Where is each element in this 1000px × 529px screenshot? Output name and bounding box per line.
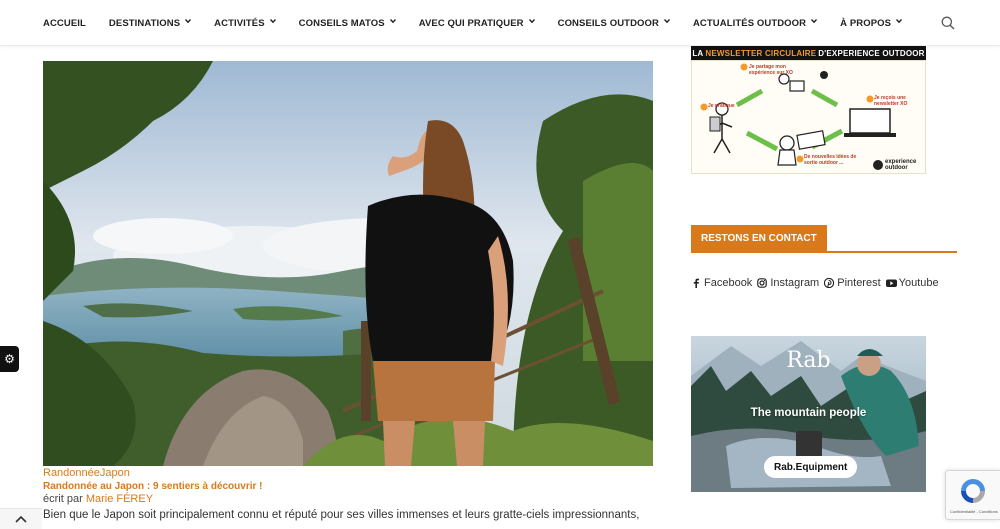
chevron-down-icon [811, 18, 818, 24]
nav-item-label: AVEC QUI PRATIQUER [418, 17, 524, 29]
newsletter-heading: LA NEWSLETTER CIRCULAIRE D'EXPERIENCE OU… [691, 46, 926, 60]
instagram-icon [757, 278, 768, 288]
youtube-icon [885, 278, 897, 288]
newsletter-illustration: Je pratique Je partage mon expérience su… [691, 60, 926, 174]
ad-brand-logo: Rab [786, 348, 831, 373]
newsletter-heading-post: D'EXPERIENCE OUTDOOR [818, 48, 925, 58]
social-link-youtube[interactable]: Youtube [885, 277, 939, 289]
cookie-settings-button[interactable]: ⚙ [0, 346, 19, 372]
nav-item-label: CONSEILS MATOS [298, 17, 385, 29]
post-author: écrit par Marie FÉREY [43, 493, 153, 505]
nav-item-label: ACCUEIL [43, 17, 86, 29]
ad-tagline: The mountain people [750, 407, 867, 419]
nav-item-label: DESTINATIONS [108, 17, 181, 29]
social-label: Facebook [704, 277, 753, 289]
chevron-down-icon [528, 18, 535, 24]
nav-item-destinations[interactable]: DESTINATIONS [108, 17, 192, 29]
chevron-down-icon [896, 18, 903, 24]
nav-item-conseils-matos[interactable]: CONSEILS MATOS [299, 18, 396, 29]
social-link-pinterest[interactable]: Pinterest [824, 277, 881, 289]
newsletter-step-3: Je reçois une newsletter XO [874, 95, 908, 107]
facebook-icon [691, 278, 701, 288]
newsletter-logo-line2: outdoor [885, 165, 908, 171]
newsletter-logo: experience outdoor [885, 159, 916, 171]
newsletter-heading-highlight: NEWSLETTER CIRCULAIRE [705, 48, 817, 58]
social-label: Pinterest [837, 277, 881, 289]
newsletter-heading-pre: LA [692, 48, 704, 58]
chevron-down-icon [269, 18, 276, 24]
social-label: Instagram [770, 277, 820, 289]
social-link-facebook[interactable]: Facebook [691, 277, 752, 289]
social-link-instagram[interactable]: Instagram [757, 277, 819, 289]
recaptcha-icon [961, 479, 985, 503]
author-link[interactable]: Marie FÉREY [86, 493, 153, 505]
contact-title: RESTONS EN CONTACT [691, 225, 827, 251]
top-navigation: ACCUEIL DESTINATIONS ACTIVITÉS CONSEILS … [0, 0, 1000, 46]
nav-item-label: CONSEILS OUTDOOR [557, 17, 659, 29]
nav-item-avec-qui-pratiquer[interactable]: AVEC QUI PRATIQUER [419, 18, 535, 29]
recaptcha-badge[interactable]: Confidentialité - Conditions [945, 470, 1000, 520]
recaptcha-note[interactable]: Confidentialité - Conditions [950, 509, 998, 514]
gear-icon: ⚙ [4, 352, 15, 366]
newsletter-banner[interactable]: LA NEWSLETTER CIRCULAIRE D'EXPERIENCE OU… [691, 46, 926, 174]
chevron-down-icon [663, 18, 670, 24]
chevron-up-icon [15, 510, 27, 528]
social-label: Youtube [898, 277, 939, 289]
social-links: Facebook Instagram Pinterest Youtube [691, 277, 944, 289]
nav-item-conseils-outdoor[interactable]: CONSEILS OUTDOOR [558, 18, 670, 29]
search-icon[interactable] [941, 16, 955, 30]
featured-image[interactable] [43, 61, 653, 466]
contact-section-heading: RESTONS EN CONTACT [691, 225, 957, 253]
nav-item-label: ACTIVITÉS [214, 17, 265, 29]
nav-item-a-propos[interactable]: À PROPOS [840, 17, 903, 29]
nav-item-actualites-outdoor[interactable]: ACTUALITÉS OUTDOOR [692, 17, 818, 29]
newsletter-step-2: Je partage mon expérience sur XO [749, 64, 793, 76]
chevron-down-icon [185, 18, 192, 24]
post-categories[interactable]: RandonnéeJapon [43, 467, 130, 479]
post-excerpt: Bien que le Japon soit principalement co… [43, 509, 640, 521]
newsletter-step-4: De nouvelles idées de sortie outdoor ... [804, 154, 857, 166]
newsletter-step-1: Je pratique [708, 103, 735, 109]
nav-item-accueil[interactable]: ACCUEIL [43, 18, 86, 29]
pinterest-icon [824, 277, 835, 289]
main-menu: ACCUEIL DESTINATIONS ACTIVITÉS CONSEILS … [43, 0, 925, 46]
ad-cta-button[interactable]: Rab.Equipment [764, 456, 858, 478]
nav-item-label: ACTUALITÉS OUTDOOR [692, 17, 807, 29]
chevron-down-icon [389, 18, 396, 24]
post-title[interactable]: Randonnée au Japon : 9 sentiers à découv… [43, 481, 263, 492]
author-prefix: écrit par [43, 493, 83, 505]
nav-item-activites[interactable]: ACTIVITÉS [214, 18, 276, 29]
rab-advertisement[interactable]: Rab The mountain people Rab.Equipment [691, 336, 926, 492]
scroll-to-top-button[interactable] [0, 508, 42, 529]
nav-item-label: À PROPOS [840, 17, 892, 29]
